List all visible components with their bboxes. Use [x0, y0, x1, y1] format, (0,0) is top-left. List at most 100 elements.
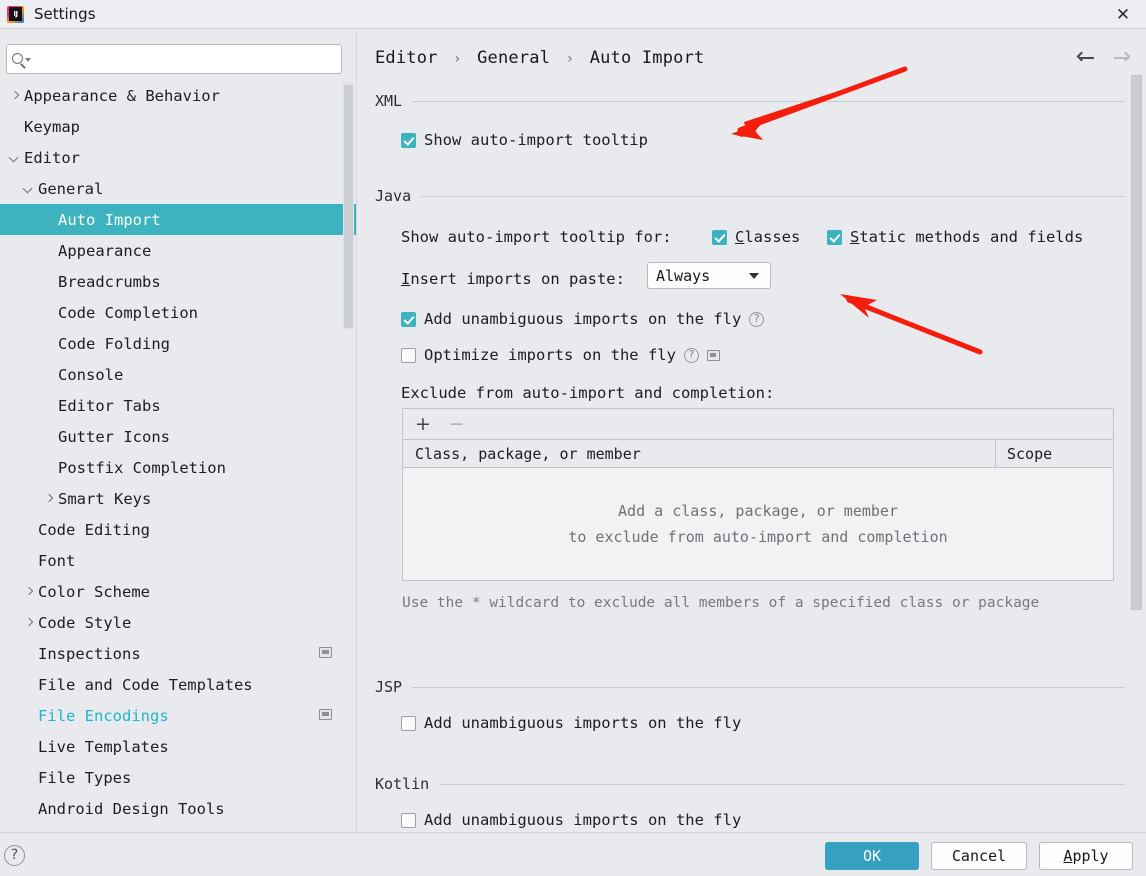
sidebar-item-editor[interactable]: Editor — [0, 142, 356, 173]
sidebar-item-label: Auto Import — [58, 210, 161, 229]
checkbox-add-unambiguous-imports-jsp[interactable]: Add unambiguous imports on the fly — [401, 714, 741, 732]
sidebar-item-auto-import[interactable]: Auto Import — [0, 204, 356, 235]
help-icon[interactable]: ? — [749, 311, 765, 327]
sidebar-item-postfix-completion[interactable]: Postfix Completion — [0, 452, 356, 483]
checkbox-optimize-imports-on-the-fly[interactable]: Optimize imports on the fly ? — [401, 346, 720, 364]
sidebar-item-general[interactable]: General — [0, 173, 356, 204]
settings-dialog: Settings ✕ Appearance & Behavior Keymap Ed… — [0, 0, 1146, 876]
arrow-right-icon[interactable] — [1112, 48, 1132, 68]
sidebar-item-label: Postfix Completion — [58, 458, 226, 477]
project-scope-icon — [319, 709, 332, 720]
chevron-down-icon — [749, 272, 759, 279]
sidebar-item-label: Keymap — [24, 117, 80, 136]
section-header-xml: XML — [375, 92, 1125, 110]
help-button[interactable]: ? — [4, 845, 25, 866]
sidebar-item-code-editing[interactable]: Code Editing — [0, 514, 356, 545]
settings-search[interactable] — [6, 44, 342, 74]
checkbox-box[interactable] — [827, 229, 842, 245]
chevron-right-icon[interactable] — [42, 492, 56, 506]
sidebar-item-font[interactable]: Font — [0, 545, 356, 576]
checkbox-box[interactable] — [401, 812, 416, 828]
checkbox-classes[interactable]: Classes — [712, 228, 800, 246]
sidebar-item-label: File Types — [38, 768, 132, 787]
sidebar-item-code-completion[interactable]: Code Completion — [0, 297, 356, 328]
help-icon[interactable]: ? — [683, 347, 699, 363]
sidebar-item-editor-tabs[interactable]: Editor Tabs — [0, 390, 356, 421]
chevron-right-icon[interactable] — [8, 89, 22, 103]
remove-exclusion-button[interactable]: − — [449, 414, 465, 434]
empty-state-line-2: to exclude from auto-import and completi… — [568, 527, 948, 546]
checkbox-box[interactable] — [401, 311, 416, 327]
apply-button[interactable]: Apply — [1039, 842, 1133, 870]
cancel-button[interactable]: Cancel — [931, 842, 1027, 870]
close-icon[interactable]: ✕ — [1100, 0, 1146, 29]
sidebar-item-label: Console — [58, 365, 124, 384]
breadcrumb-editor[interactable]: Editor — [375, 48, 438, 68]
breadcrumb: Editor › General › Auto Import — [375, 48, 704, 68]
sidebar-item-label: Appearance — [58, 241, 152, 260]
content-scrollbar-thumb[interactable] — [1131, 75, 1142, 610]
window-title: Settings — [34, 5, 96, 23]
sidebar-item-file-encodings[interactable]: File Encodings — [0, 700, 356, 731]
sidebar-item-code-folding[interactable]: Code Folding — [0, 328, 356, 359]
chevron-right-icon[interactable] — [22, 585, 36, 599]
checkbox-box[interactable] — [401, 715, 416, 731]
label-rest: nsert imports on paste: — [410, 270, 625, 288]
sidebar-item-code-style[interactable]: Code Style — [0, 607, 356, 638]
checkbox-show-auto-import-tooltip-xml[interactable]: Show auto-import tooltip — [401, 131, 648, 149]
sidebar-scrollbar-thumb[interactable] — [344, 85, 353, 328]
exclusion-table-toolbar: + − — [403, 409, 1113, 440]
column-header-scope[interactable]: Scope — [996, 445, 1113, 463]
column-header-class-package-member[interactable]: Class, package, or member — [403, 445, 995, 463]
window-titlebar: Settings ✕ — [0, 0, 1146, 29]
checkbox-add-unambiguous-imports-kotlin[interactable]: Add unambiguous imports on the fly — [401, 811, 741, 829]
sidebar-item-live-templates[interactable]: Live Templates — [0, 731, 356, 762]
sidebar-item-console[interactable]: Console — [0, 359, 356, 390]
sidebar-item-smart-keys[interactable]: Smart Keys — [0, 483, 356, 514]
chevron-down-icon[interactable] — [22, 182, 36, 196]
checkbox-static-methods-and-fields[interactable]: Static methods and fields — [827, 228, 1083, 246]
checkbox-box[interactable] — [401, 347, 416, 363]
breadcrumb-separator-2: › — [565, 51, 575, 67]
breadcrumb-auto-import[interactable]: Auto Import — [590, 48, 705, 68]
search-box[interactable] — [6, 44, 342, 74]
settings-tree[interactable]: Appearance & Behavior Keymap Editor General… — [0, 80, 356, 832]
select-insert-imports-on-paste[interactable]: Always — [647, 262, 771, 289]
sidebar-item-color-scheme[interactable]: Color Scheme — [0, 576, 356, 607]
section-label-kotlin: Kotlin — [375, 775, 430, 793]
sidebar-item-file-types[interactable]: File Types — [0, 762, 356, 793]
sidebar-item-inspections[interactable]: Inspections — [0, 638, 356, 669]
chevron-down-icon[interactable] — [8, 151, 22, 165]
sidebar-item-appearance[interactable]: Appearance — [0, 235, 356, 266]
chevron-right-icon[interactable] — [22, 616, 36, 630]
section-label-xml: XML — [375, 92, 403, 110]
sidebar-item-label: File Encodings — [38, 706, 169, 725]
ok-button[interactable]: OK — [825, 842, 919, 870]
sidebar-item-label: Code Editing — [38, 520, 150, 539]
search-input[interactable] — [31, 51, 341, 67]
exclusion-table[interactable]: + − Class, package, or member Scope Add … — [402, 408, 1114, 581]
sidebar-item-android-design-tools[interactable]: Android Design Tools — [0, 793, 356, 824]
mnemonic: C — [735, 228, 745, 246]
section-rule — [421, 195, 1125, 197]
sidebar-item-breadcrumbs[interactable]: Breadcrumbs — [0, 266, 356, 297]
sidebar-item-appearance-behavior[interactable]: Appearance & Behavior — [0, 80, 356, 111]
section-header-java: Java — [375, 187, 1125, 205]
breadcrumb-general[interactable]: General — [477, 48, 550, 68]
checkbox-box[interactable] — [401, 132, 416, 148]
checkbox-box[interactable] — [712, 229, 727, 245]
sidebar-item-file-and-code-templates[interactable]: File and Code Templates — [0, 669, 356, 700]
checkbox-label: Add unambiguous imports on the fly — [424, 811, 742, 829]
sidebar-item-gutter-icons[interactable]: Gutter Icons — [0, 421, 356, 452]
sidebar-item-keymap[interactable]: Keymap — [0, 111, 356, 142]
add-exclusion-button[interactable]: + — [415, 414, 431, 434]
mnemonic: A — [1063, 847, 1073, 865]
checkbox-add-unambiguous-imports-java[interactable]: Add unambiguous imports on the fly ? — [401, 310, 765, 328]
checkbox-label: Add unambiguous imports on the fly — [424, 714, 742, 732]
arrow-left-icon[interactable] — [1076, 48, 1096, 68]
